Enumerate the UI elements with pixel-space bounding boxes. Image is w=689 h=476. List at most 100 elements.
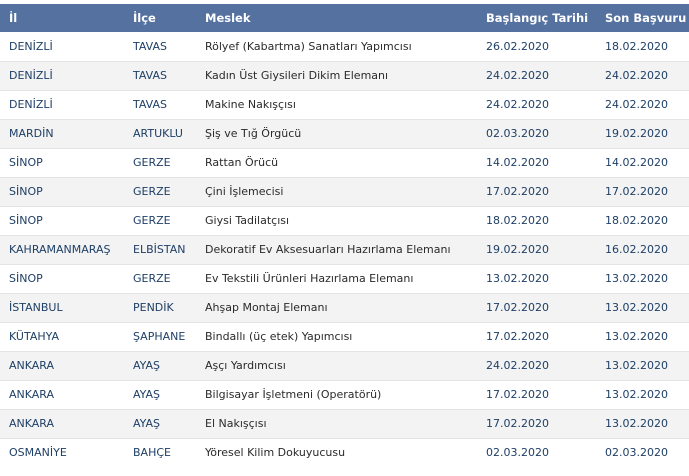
end-cell: 13.02.2020 [596,380,689,410]
ilce-cell: AYAŞ [124,380,196,410]
table-row[interactable]: KÜTAHYA ŞAPHANE Bindallı (üç etek) Yapımcı… [0,322,689,352]
meslek-cell: Aşçı Yardımcısı [196,351,477,381]
table-row[interactable]: DENİZLİ TAVAS Kadın Üst Giysileri Dikim El… [0,61,689,91]
end-cell: 19.02.2020 [596,119,689,149]
il-cell: ANKARA [0,409,124,439]
table-row[interactable]: SİNOP GERZE Ev Tekstili Ürünleri Hazırlama… [0,264,689,294]
table-row[interactable]: OSMANİYE BAHÇE Yöresel Kilim Dokuyucusu 02.… [0,438,689,467]
meslek-cell: Şiş ve Tığ Örgücü [196,119,477,149]
table-row[interactable]: ANKARA AYAŞ Aşçı Yardımcısı 24.02.2020 13.02… [0,351,689,381]
ilce-cell: TAVAS [124,90,196,120]
start-cell: 19.02.2020 [477,235,596,265]
end-cell: 13.02.2020 [596,351,689,381]
il-cell: DENİZLİ [0,32,124,62]
meslek-cell: Rölyef (Kabartma) Sanatları Yapımcısı [196,32,477,62]
il-cell: ANKARA [0,380,124,410]
table-row[interactable]: SİNOP GERZE Giysi Tadilatçısı 18.02.2020 18.… [0,206,689,236]
header-deadline[interactable]: Son Başvuru Tarihi [596,4,689,32]
ilce-cell: BAHÇE [133,446,171,460]
meslek-cell: Ev Tekstili Ürünleri Hazırlama Elemanı [196,264,477,294]
end-cell: 13.02.2020 [596,293,689,323]
il-cell: SİNOP [0,177,124,207]
il-cell: DENİZLİ [0,90,124,120]
ilce-cell: ARTUKLU [124,119,196,149]
table-header: İl İlçe Meslek Başlangıç Tarihi Son Başv… [0,4,689,32]
start-cell: 24.02.2020 [477,61,596,91]
table-row[interactable]: KAHRAMANMARAŞ ELBİSTAN Dekoratif Ev Aksesu… [0,235,689,265]
table-row[interactable]: ANKARA AYAŞ Bilgisayar İşletmeni (Operatör… [0,380,689,410]
start-cell: 18.02.2020 [477,206,596,236]
meslek-cell: Bindallı (üç etek) Yapımcısı [196,322,477,352]
ilce-cell: GERZE [124,148,196,178]
start-cell: 17.02.2020 [477,293,596,323]
ilce-cell: AYAŞ [124,351,196,381]
ilce-cell: AYAŞ [124,409,196,439]
table-row[interactable]: SİNOP GERZE Çini İşlemecisi 17.02.2020 17.02… [0,177,689,207]
start-cell: 13.02.2020 [477,264,596,294]
ilce-cell: PENDİK [124,293,196,323]
end-cell: 14.02.2020 [596,148,689,178]
il-cell: MARDİN [0,119,124,149]
header-start-date[interactable]: Başlangıç Tarihi [477,4,596,32]
end-cell: 16.02.2020 [596,235,689,265]
ilce-cell: TAVAS [124,32,196,62]
ilce-cell: GERZE [124,264,196,294]
start-cell: 24.02.2020 [477,90,596,120]
meslek-cell: Çini İşlemecisi [196,177,477,207]
end-cell: 13.02.2020 [596,264,689,294]
table-row[interactable]: İSTANBUL PENDİK Ahşap Montaj Elemanı 17.02.… [0,293,689,323]
end-cell: 13.02.2020 [596,322,689,352]
il-cell: KÜTAHYA [0,322,124,352]
header-row: İl İlçe Meslek Başlangıç Tarihi Son Başv… [0,4,689,32]
start-cell: 02.03.2020 [486,446,549,460]
meslek-cell: Kadın Üst Giysileri Dikim Elemanı [196,61,477,91]
end-cell: 18.02.2020 [596,206,689,236]
meslek-cell: Giysi Tadilatçısı [196,206,477,236]
meslek-cell: El Nakışçısı [196,409,477,439]
meslek-cell: Makine Nakışçısı [196,90,477,120]
il-cell: İSTANBUL [0,293,124,323]
end-cell: 24.02.2020 [596,61,689,91]
table-row[interactable]: SİNOP GERZE Rattan Örücü 14.02.2020 14.02.20… [0,148,689,178]
meslek-cell: Dekoratif Ev Aksesuarları Hazırlama Elem… [196,235,477,265]
course-table-container: İl İlçe Meslek Başlangıç Tarihi Son Başv… [0,4,689,476]
end-cell: 18.02.2020 [596,32,689,62]
end-cell: 24.02.2020 [596,90,689,120]
meslek-cell: Bilgisayar İşletmeni (Operatörü) [196,380,477,410]
ilce-cell: ŞAPHANE [124,322,196,352]
table-row[interactable]: DENİZLİ TAVAS Rölyef (Kabartma) Sanatları … [0,32,689,62]
start-cell: 26.02.2020 [477,32,596,62]
ilce-cell: GERZE [124,206,196,236]
ilce-cell: ELBİSTAN [124,235,196,265]
start-cell: 17.02.2020 [477,177,596,207]
il-cell: SİNOP [0,206,124,236]
start-cell: 14.02.2020 [477,148,596,178]
il-cell: ANKARA [0,351,124,381]
start-cell: 17.02.2020 [477,322,596,352]
il-cell: OSMANİYE [9,446,67,460]
il-cell: KAHRAMANMARAŞ [0,235,124,265]
ilce-cell: GERZE [124,177,196,207]
il-cell: DENİZLİ [0,61,124,91]
meslek-cell: Ahşap Montaj Elemanı [196,293,477,323]
course-table: İl İlçe Meslek Başlangıç Tarihi Son Başv… [0,4,689,467]
meslek-cell: Yöresel Kilim Dokuyucusu [205,446,346,460]
end-cell: 02.03.2020 [605,446,668,460]
il-cell: SİNOP [0,148,124,178]
table-row[interactable]: MARDİN ARTUKLU Şiş ve Tığ Örgücü 02.03.2020… [0,119,689,149]
start-cell: 02.03.2020 [477,119,596,149]
end-cell: 17.02.2020 [596,177,689,207]
meslek-cell: Rattan Örücü [196,148,477,178]
il-cell: SİNOP [0,264,124,294]
end-cell: 13.02.2020 [596,409,689,439]
start-cell: 17.02.2020 [477,409,596,439]
header-ilce[interactable]: İlçe [124,4,196,32]
ilce-cell: TAVAS [124,61,196,91]
table-body: DENİZLİ TAVAS Rölyef (Kabartma) Sanatları … [0,32,689,467]
table-row[interactable]: DENİZLİ TAVAS Makine Nakışçısı 24.02.2020 24… [0,90,689,120]
header-il[interactable]: İl [0,4,124,32]
start-cell: 24.02.2020 [477,351,596,381]
table-row[interactable]: ANKARA AYAŞ El Nakışçısı 17.02.2020 13.02.20… [0,409,689,439]
start-cell: 17.02.2020 [477,380,596,410]
header-meslek[interactable]: Meslek [196,4,477,32]
